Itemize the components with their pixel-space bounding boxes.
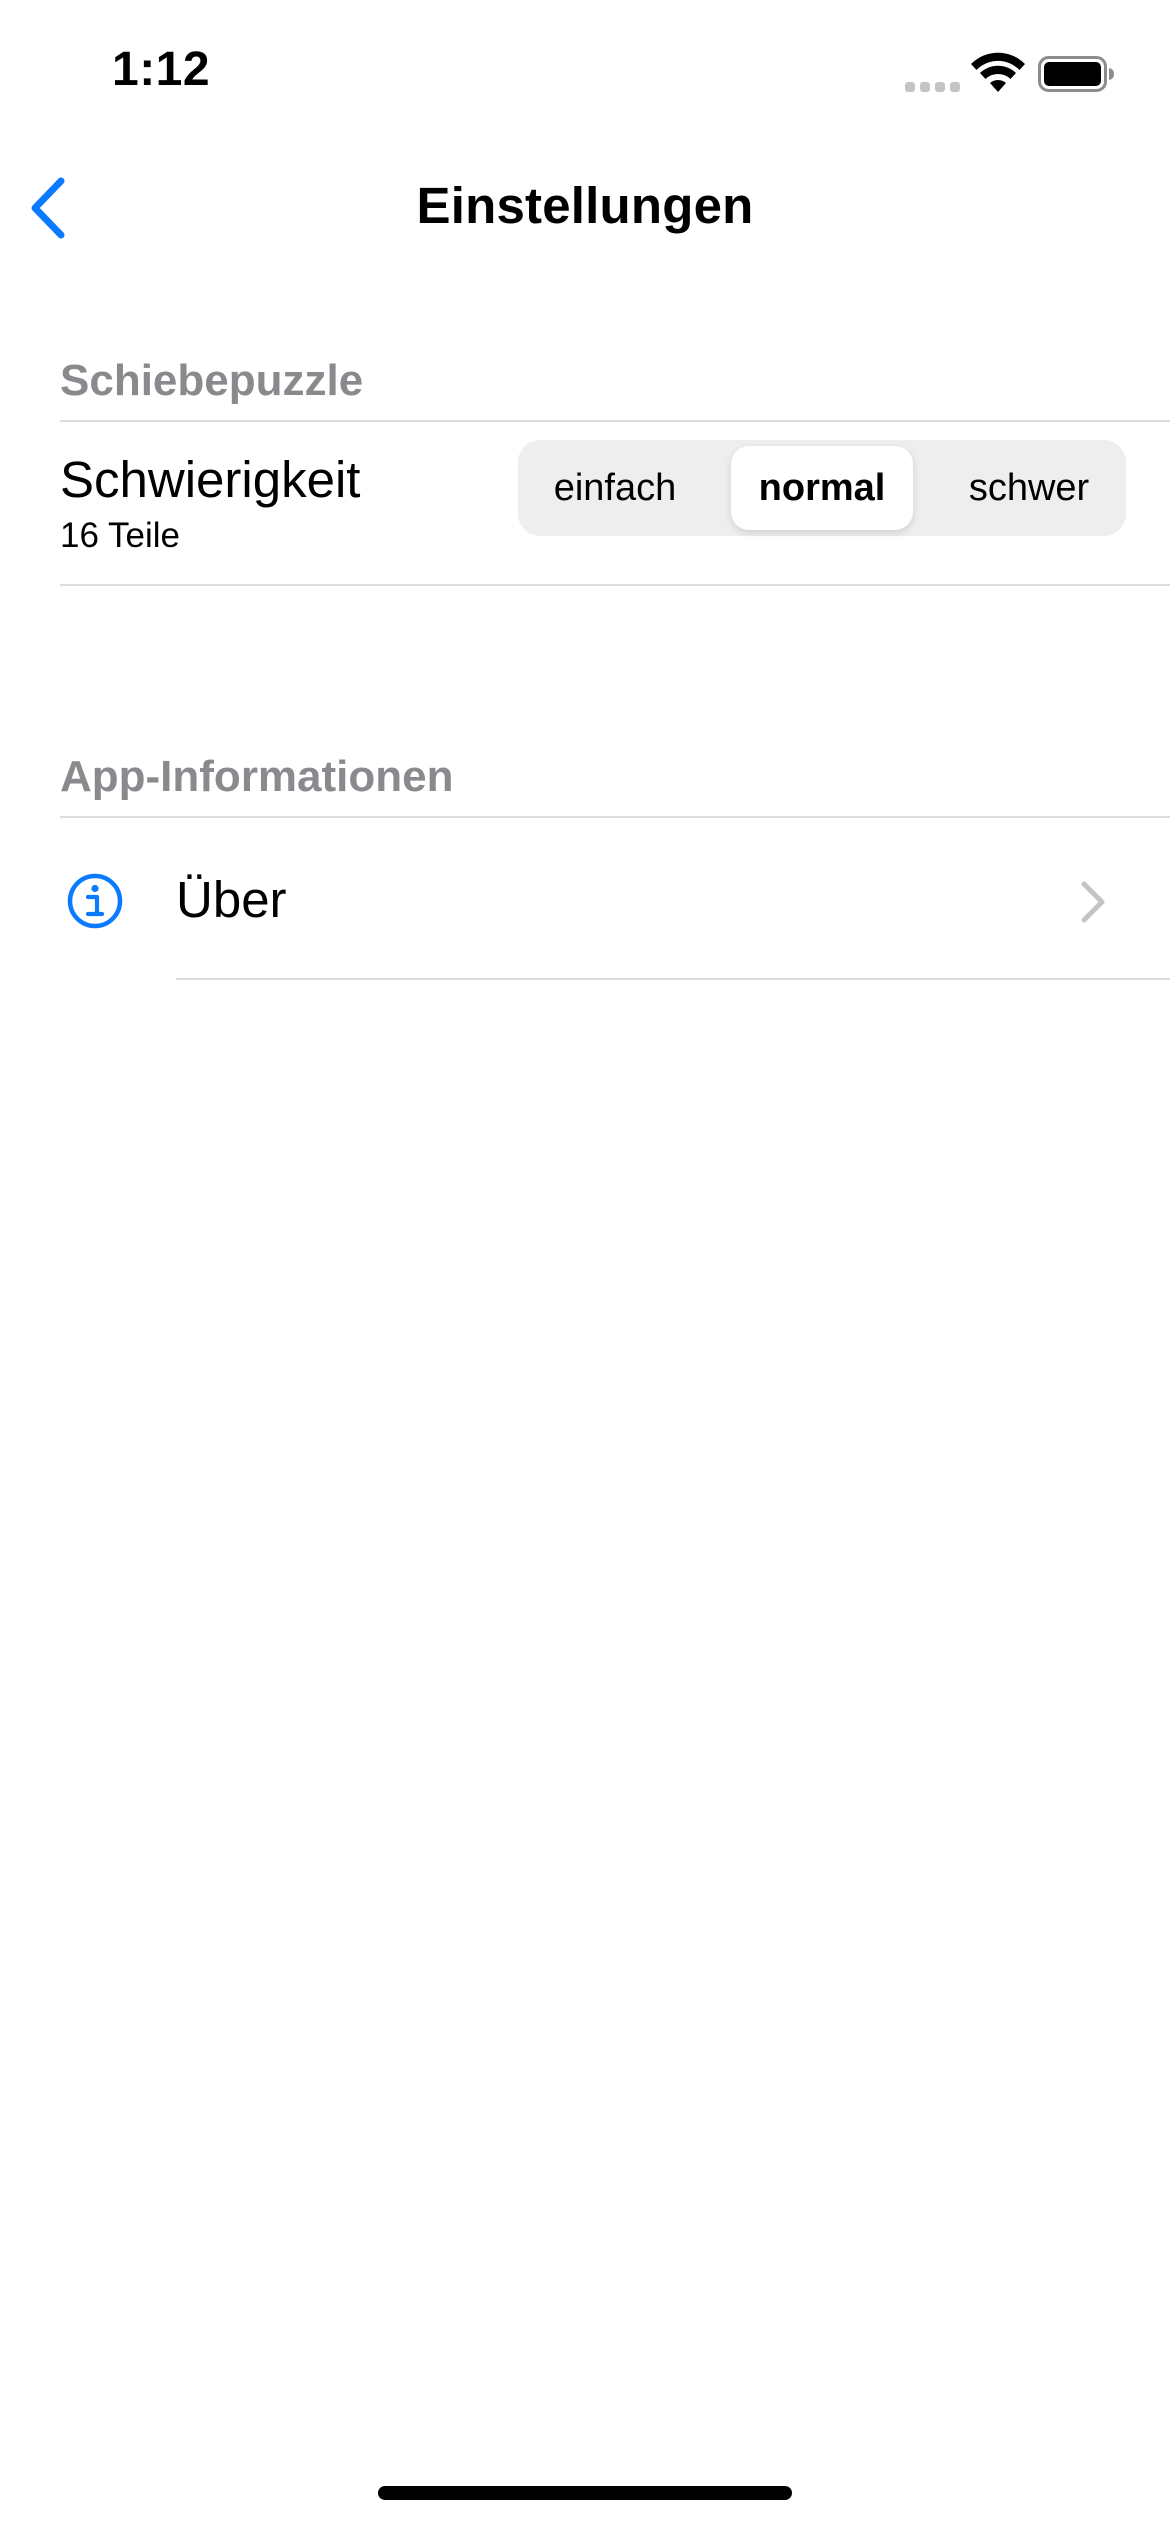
- segment-normal[interactable]: normal: [731, 446, 913, 530]
- segment-hard[interactable]: schwer: [938, 446, 1120, 530]
- chevron-right-icon: [1081, 881, 1105, 923]
- cellular-signal-icon: [905, 82, 961, 92]
- divider: [176, 978, 1170, 980]
- difficulty-segmented-control[interactable]: einfach normal schwer: [518, 440, 1126, 536]
- wifi-icon: [971, 52, 1025, 92]
- about-row[interactable]: Über: [0, 822, 1170, 984]
- difficulty-subtitle: 16 Teile: [60, 516, 181, 555]
- difficulty-label: Schwierigkeit: [60, 451, 361, 508]
- divider: [60, 420, 1170, 422]
- section-header-app-info: App-Informationen: [60, 752, 454, 801]
- divider: [60, 584, 1170, 586]
- page-title: Einstellungen: [416, 177, 754, 234]
- section-header-puzzle: Schiebepuzzle: [60, 356, 364, 405]
- divider: [60, 816, 1170, 818]
- battery-icon: [1038, 56, 1114, 92]
- about-label: Über: [176, 871, 287, 928]
- info-icon: [67, 873, 123, 929]
- settings-screen: 1:12 Einstellungen Schiebepuzzle Schwier…: [0, 0, 1170, 2532]
- status-time: 1:12: [112, 43, 211, 96]
- segment-easy[interactable]: einfach: [524, 446, 706, 530]
- home-indicator[interactable]: [378, 2486, 792, 2500]
